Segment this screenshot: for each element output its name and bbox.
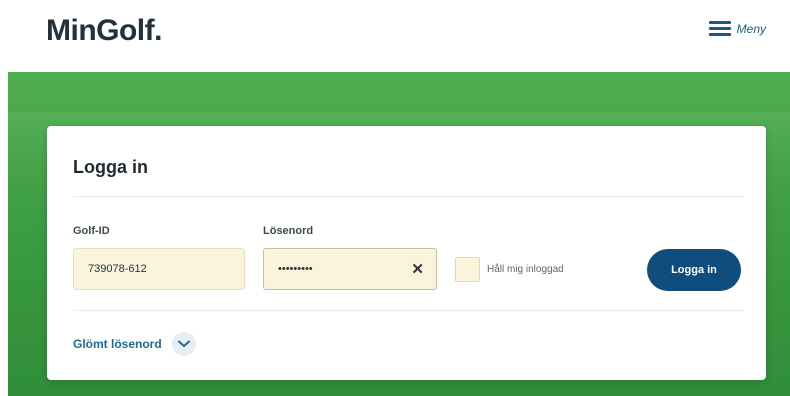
site-logo[interactable]: MinGolf.: [46, 14, 162, 48]
login-button[interactable]: Logga in: [647, 249, 741, 291]
remember-me-label[interactable]: Håll mig inloggad: [487, 264, 564, 275]
card-divider-bottom: [73, 310, 744, 311]
golf-id-label: Golf-ID: [73, 225, 110, 237]
remember-me-checkbox[interactable]: [455, 257, 480, 282]
close-icon[interactable]: ✕: [411, 260, 424, 278]
card-divider-top: [73, 196, 744, 197]
forgot-password-toggle[interactable]: Glömt lösenord: [73, 332, 196, 356]
hamburger-menu-icon: [708, 21, 731, 37]
site-header: MinGolf. Meny: [0, 0, 790, 72]
password-input[interactable]: [264, 248, 436, 290]
golf-id-input[interactable]: [74, 248, 244, 290]
forgot-password-label: Glömt lösenord: [73, 337, 162, 351]
chevron-down-icon[interactable]: [171, 332, 196, 356]
login-card: Logga in Golf-ID Lösenord ✕ Håll mig inl…: [47, 126, 766, 380]
login-title: Logga in: [73, 157, 148, 177]
menu-label: Meny: [736, 22, 766, 36]
password-label: Lösenord: [263, 225, 314, 237]
password-field: ✕: [263, 248, 437, 290]
golf-id-field: [73, 248, 245, 290]
menu-button[interactable]: Meny: [708, 21, 766, 37]
